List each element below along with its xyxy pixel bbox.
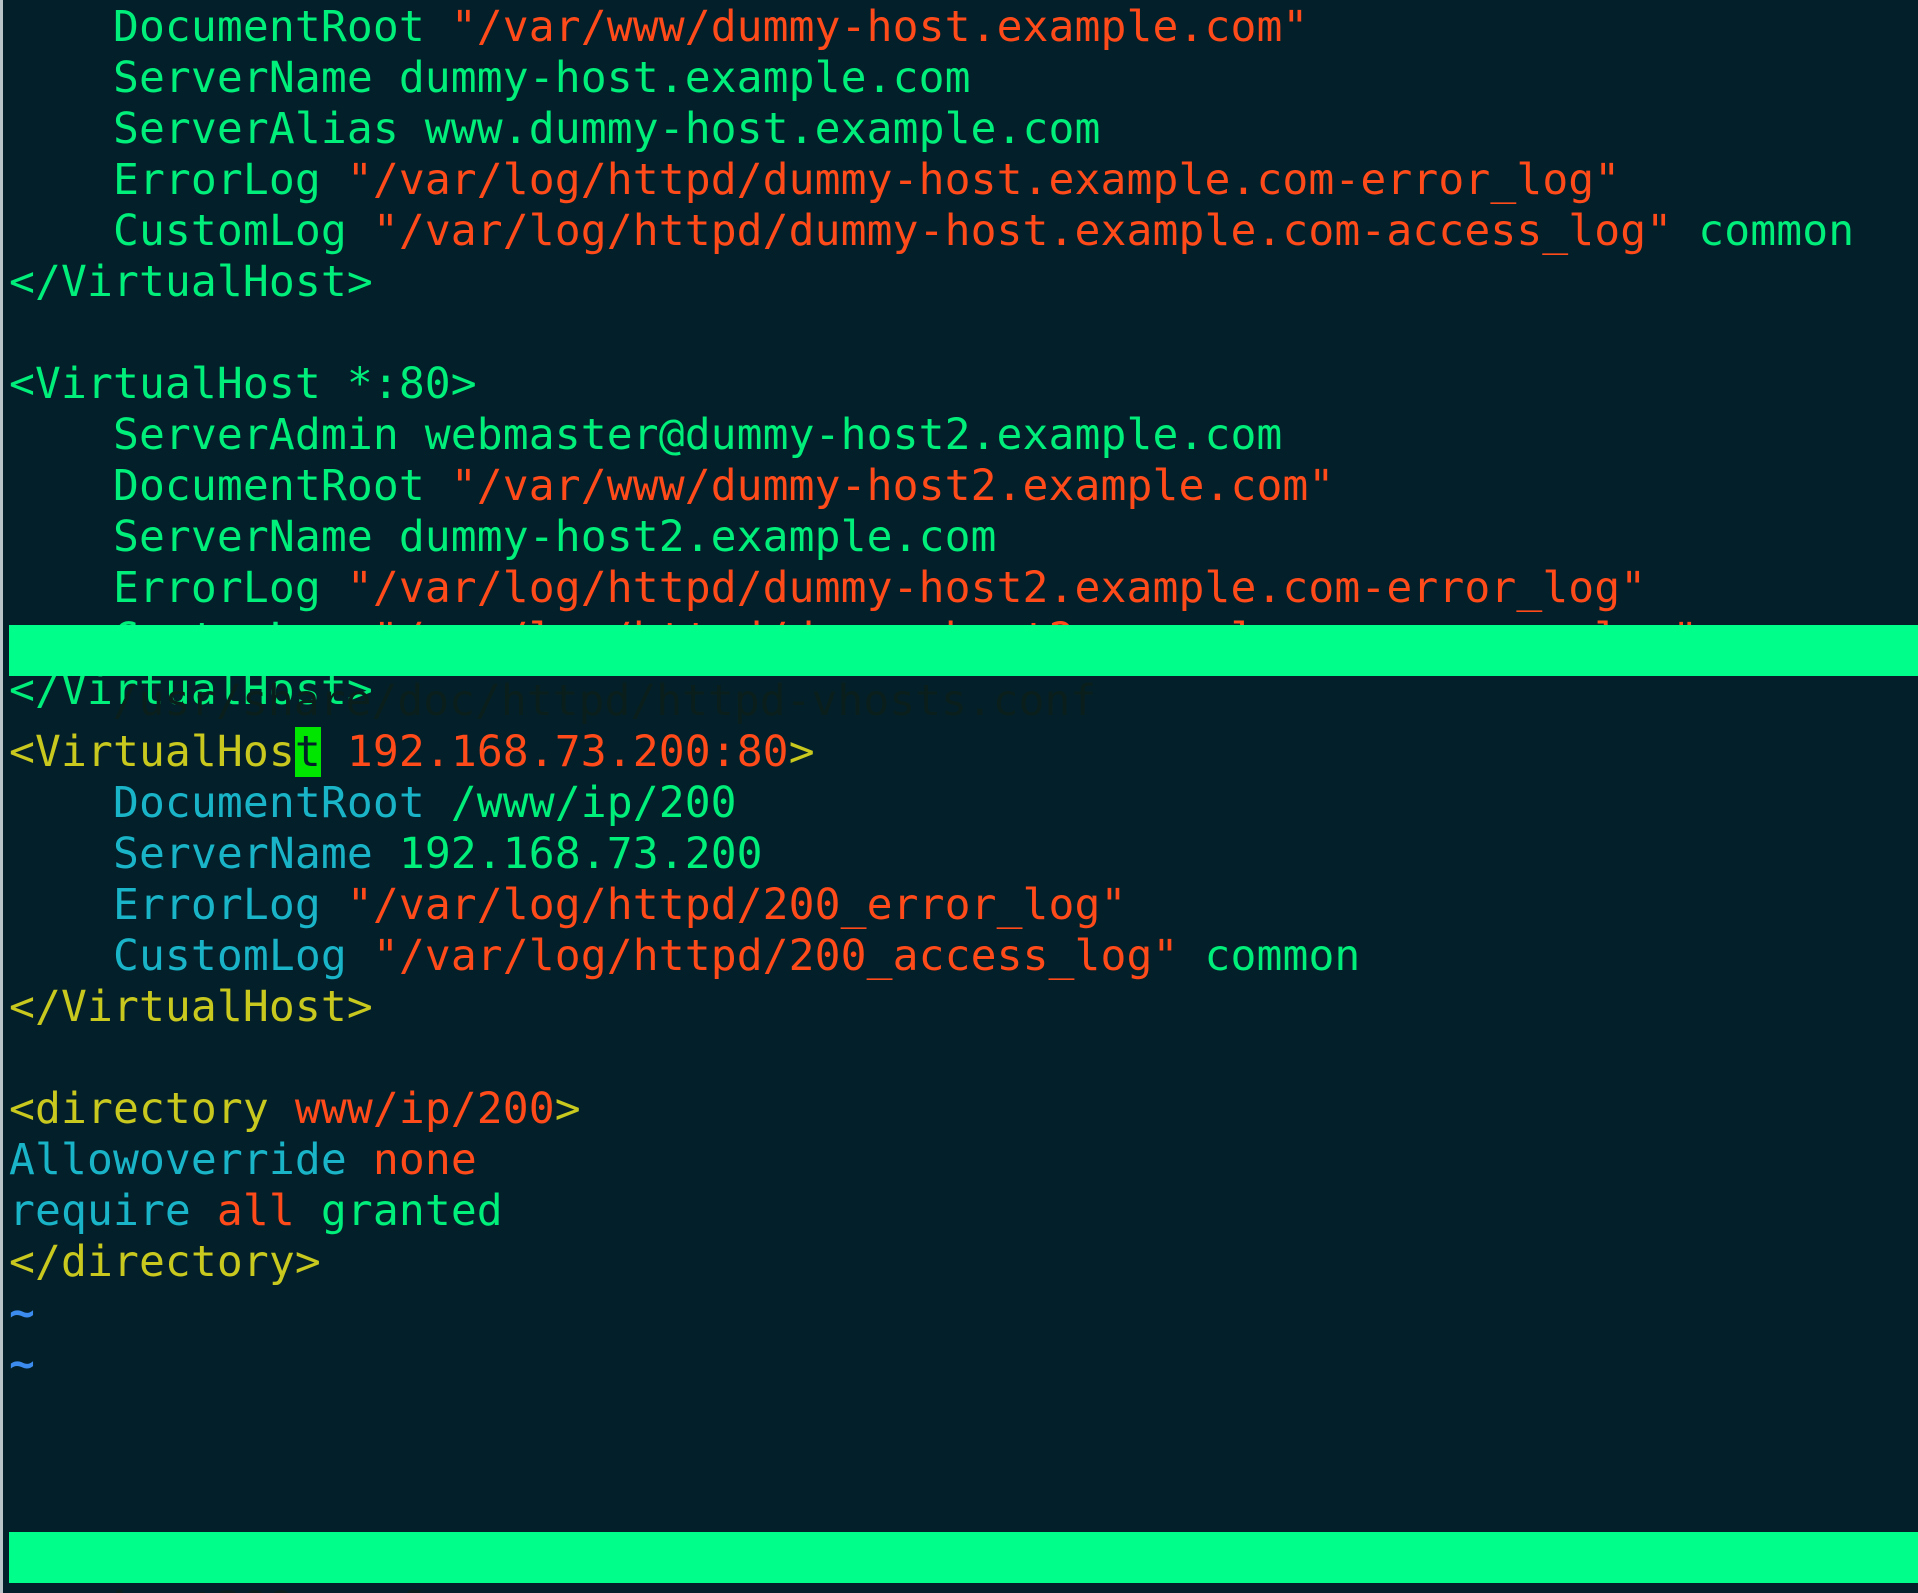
upper-status-filename: /usr/share/doc/httpd/httpd-vhosts.conf (112, 676, 1097, 726)
code-token: "/var/log/httpd/dummy-host.example.com-a… (372, 206, 1673, 256)
code-token: ErrorLog (9, 155, 347, 205)
code-line[interactable]: ErrorLog "/var/log/httpd/200_error_log" (9, 880, 1127, 931)
code-token: none (372, 1135, 477, 1185)
code-token: "/var/www/dummy-host2.example.com" (450, 461, 1335, 511)
code-line[interactable]: ServerName 192.168.73.200 (9, 829, 763, 880)
code-token: > (554, 1084, 581, 1134)
code-token: Allowoverride (9, 1135, 347, 1185)
code-token: common (1178, 931, 1361, 981)
code-line[interactable]: require all granted (9, 1186, 503, 1237)
code-token: "/var/www/dummy-host.example.com" (450, 2, 1309, 52)
code-line[interactable]: <VirtualHost 192.168.73.200:80> (9, 727, 815, 778)
code-token: "/var/log/httpd/200_access_log" (372, 931, 1179, 981)
code-token: </VirtualHost> (9, 982, 373, 1032)
upper-status-line: /usr/share/doc/httpd/httpd-vhosts.conf (9, 625, 1918, 726)
code-token: <VirtualHos (9, 727, 295, 777)
code-token: ServerAlias www.dummy-host.example.com (9, 104, 1101, 154)
code-token: DocumentRoot (9, 2, 451, 52)
code-token: ServerAdmin webmaster@dummy-host2.exampl… (9, 410, 1283, 460)
code-line[interactable]: CustomLog "/var/log/httpd/200_access_log… (9, 931, 1360, 982)
code-token: "/var/log/httpd/dummy-host.example.com-e… (346, 155, 1621, 205)
tilde-marker: ~ (9, 1339, 35, 1389)
code-token: ServerName (112, 829, 373, 879)
code-token: DocumentRoot (9, 461, 451, 511)
code-token: CustomLog (112, 931, 347, 981)
code-token: ServerName dummy-host2.example.com (9, 512, 997, 562)
tilde-marker: ~ (9, 1288, 35, 1338)
code-line[interactable]: <VirtualHost *:80> (9, 359, 477, 410)
code-token: www/ip/200 (294, 1084, 555, 1134)
vim-editor[interactable]: DocumentRoot "/var/www/dummy-host.exampl… (0, 0, 1918, 1593)
code-token: </VirtualHost> (9, 257, 373, 307)
lower-status-line: host200.conf (9, 1532, 1918, 1593)
code-token: DocumentRoot (112, 778, 425, 828)
empty-buffer-line-marker[interactable]: ~ (9, 1288, 35, 1339)
code-line[interactable]: <directory www/ip/200> (9, 1084, 581, 1135)
code-line[interactable]: Allowoverride none (9, 1135, 477, 1186)
code-line[interactable]: </VirtualHost> (9, 982, 373, 1033)
code-line[interactable]: ServerName dummy-host2.example.com (9, 512, 997, 563)
code-token: <directory (9, 1084, 295, 1134)
code-token: granted (294, 1186, 503, 1236)
code-line[interactable]: DocumentRoot "/var/www/dummy-host2.examp… (9, 461, 1334, 512)
code-token: ErrorLog (112, 880, 321, 930)
text-cursor: t (294, 727, 321, 777)
code-token: ServerName dummy-host.example.com (9, 53, 971, 103)
lower-status-filename: host200.conf (113, 1583, 424, 1593)
code-token: /www/ip/200 (424, 778, 737, 828)
code-line[interactable]: ServerAlias www.dummy-host.example.com (9, 104, 1101, 155)
code-token: "/var/log/httpd/200_error_log" (346, 880, 1127, 930)
code-line[interactable]: ServerName dummy-host.example.com (9, 53, 971, 104)
code-token: <VirtualHost *:80> (9, 359, 477, 409)
code-line[interactable]: ErrorLog "/var/log/httpd/dummy-host.exam… (9, 155, 1620, 206)
code-token: CustomLog (9, 206, 373, 256)
empty-buffer-line-marker[interactable]: ~ (9, 1339, 35, 1390)
code-token: common (1672, 206, 1855, 256)
code-line[interactable]: ServerAdmin webmaster@dummy-host2.exampl… (9, 410, 1282, 461)
code-line[interactable]: </directory> (9, 1237, 321, 1288)
code-token: all (216, 1186, 295, 1236)
code-token: require (9, 1186, 191, 1236)
code-token: 192.168.73.200 (372, 829, 763, 879)
code-token: 192.168.73.200:80 (346, 727, 789, 777)
code-token: "/var/log/httpd/dummy-host2.example.com-… (346, 563, 1647, 613)
code-token: ErrorLog (9, 563, 347, 613)
code-line[interactable]: CustomLog "/var/log/httpd/dummy-host.exa… (9, 206, 1854, 257)
code-line[interactable]: DocumentRoot "/var/www/dummy-host.exampl… (9, 2, 1308, 53)
code-line[interactable]: ErrorLog "/var/log/httpd/dummy-host2.exa… (9, 563, 1646, 614)
code-line[interactable]: DocumentRoot /www/ip/200 (9, 778, 737, 829)
code-token: > (788, 727, 815, 777)
code-line[interactable]: </VirtualHost> (9, 257, 373, 308)
code-token: </directory> (9, 1237, 321, 1287)
